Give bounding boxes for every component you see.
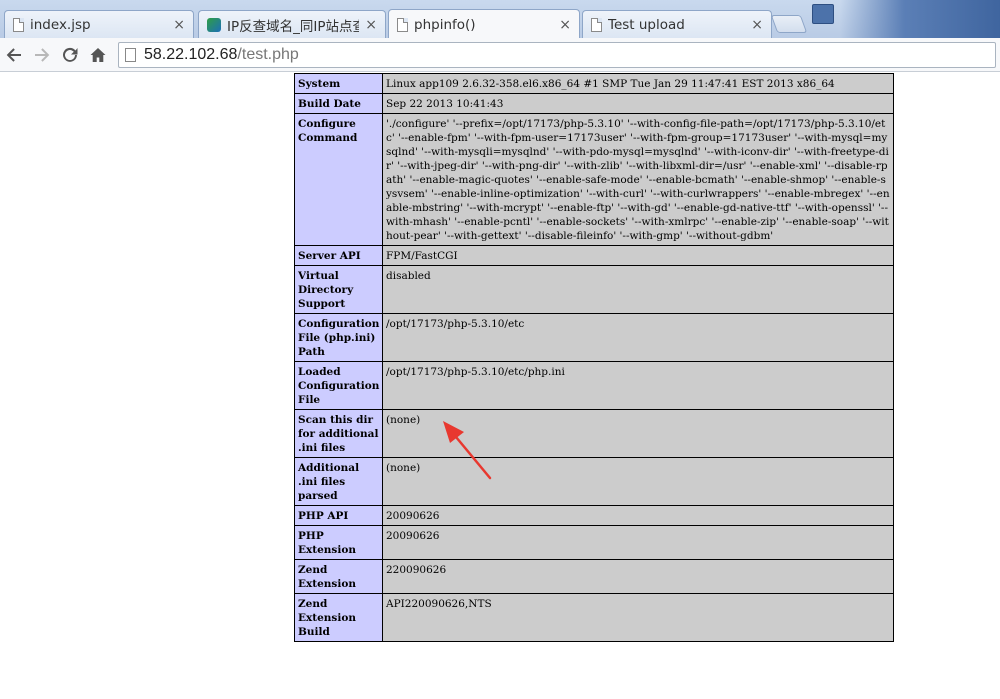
- setting-key: Virtual Directory Support: [294, 265, 383, 314]
- setting-key: Additional .ini files parsed: [294, 457, 383, 506]
- setting-value: (none): [382, 409, 894, 458]
- tab-close-icon[interactable]: ×: [559, 18, 571, 32]
- tab-close-icon[interactable]: ×: [173, 18, 185, 32]
- setting-key: Zend Extension: [294, 559, 383, 594]
- table-row: PHP Extension 20090626: [294, 525, 894, 560]
- table-row: Loaded Configuration File/opt/17173/php-…: [294, 361, 894, 410]
- back-arrow-icon[interactable]: [2, 43, 26, 67]
- table-row: Scan this dir for additional .ini files(…: [294, 409, 894, 458]
- setting-key: Server API: [294, 245, 383, 266]
- setting-value: FPM/FastCGI: [382, 245, 894, 266]
- table-row: PHP API 20090626: [294, 505, 894, 526]
- table-row: Configure Command './configure' '--prefix…: [294, 113, 894, 246]
- tab-title: Test upload: [608, 16, 685, 33]
- url-text: 58.22.102.68/test.php: [144, 46, 299, 64]
- setting-value: 20090626: [382, 505, 894, 526]
- setting-value: Sep 22 2013 10:41:43: [382, 93, 894, 114]
- tab-phpinfo[interactable]: phpinfo() ×: [388, 9, 580, 38]
- site-favicon-icon: [207, 17, 221, 32]
- url-host: 58.22.102.68: [144, 46, 238, 63]
- home-icon[interactable]: [86, 43, 110, 67]
- tab-index-jsp[interactable]: index.jsp ×: [4, 10, 194, 38]
- setting-value: (none): [382, 457, 894, 506]
- table-row: Configuration File (php.ini) Path/opt/17…: [294, 313, 894, 362]
- tab-ip-lookup[interactable]: IP反查域名_同IP站点查询 ×: [198, 10, 386, 38]
- tab-test-upload[interactable]: Test upload ×: [582, 10, 772, 38]
- setting-value: 220090626: [382, 559, 894, 594]
- page-icon: [13, 17, 24, 32]
- table-row: Zend Extension 220090626: [294, 559, 894, 594]
- tab-title: index.jsp: [30, 16, 91, 33]
- page-content: System Linux app109 2.6.32-358.el6.x86_64…: [0, 73, 1000, 699]
- tab-close-icon[interactable]: ×: [751, 18, 763, 32]
- setting-key: Build Date: [294, 93, 383, 114]
- url-path: /test.php: [237, 46, 299, 63]
- table-row: Build Date Sep 22 2013 10:41:43: [294, 93, 894, 114]
- setting-key: Configure Command: [294, 113, 383, 246]
- tab-strip: index.jsp × IP反查域名_同IP站点查询 × phpinfo() ×…: [0, 0, 1000, 38]
- setting-key: Loaded Configuration File: [294, 361, 383, 410]
- setting-key: System: [294, 73, 383, 94]
- setting-key: Zend Extension Build: [294, 593, 383, 642]
- table-row: System Linux app109 2.6.32-358.el6.x86_64…: [294, 73, 894, 94]
- setting-key: Configuration File (php.ini) Path: [294, 313, 383, 362]
- forward-arrow-icon[interactable]: [30, 43, 54, 67]
- browser-toolbar: 58.22.102.68/test.php: [0, 38, 1000, 72]
- setting-key: PHP Extension: [294, 525, 383, 560]
- page-icon: [591, 17, 602, 32]
- tab-close-icon[interactable]: ×: [365, 18, 377, 32]
- setting-value: /opt/17173/php-5.3.10/etc: [382, 313, 894, 362]
- phpinfo-table: System Linux app109 2.6.32-358.el6.x86_64…: [294, 73, 894, 642]
- address-bar[interactable]: 58.22.102.68/test.php: [118, 42, 996, 68]
- setting-key: Scan this dir for additional .ini files: [294, 409, 383, 458]
- table-row: Zend Extension Build API220090626,NTS: [294, 593, 894, 642]
- setting-value: Linux app109 2.6.32-358.el6.x86_64 #1 SM…: [382, 73, 894, 94]
- tab-title: phpinfo(): [414, 16, 476, 33]
- table-row: Additional .ini files parsed (none): [294, 457, 894, 506]
- setting-value: disabled: [382, 265, 894, 314]
- setting-key: PHP API: [294, 505, 383, 526]
- window-frame-decoration: [840, 0, 1000, 38]
- setting-value: 20090626: [382, 525, 894, 560]
- page-icon: [397, 17, 408, 32]
- table-row: Server API FPM/FastCGI: [294, 245, 894, 266]
- new-tab-button[interactable]: [770, 15, 808, 33]
- window-control-icon[interactable]: [812, 4, 834, 24]
- table-row: Virtual Directory Support disabled: [294, 265, 894, 314]
- page-info-icon: [125, 48, 136, 62]
- setting-value: API220090626,NTS: [382, 593, 894, 642]
- setting-value: /opt/17173/php-5.3.10/etc/php.ini: [382, 361, 894, 410]
- setting-value: './configure' '--prefix=/opt/17173/php-5…: [382, 113, 894, 246]
- reload-icon[interactable]: [58, 43, 82, 67]
- tab-title: IP反查域名_同IP站点查询: [227, 18, 360, 35]
